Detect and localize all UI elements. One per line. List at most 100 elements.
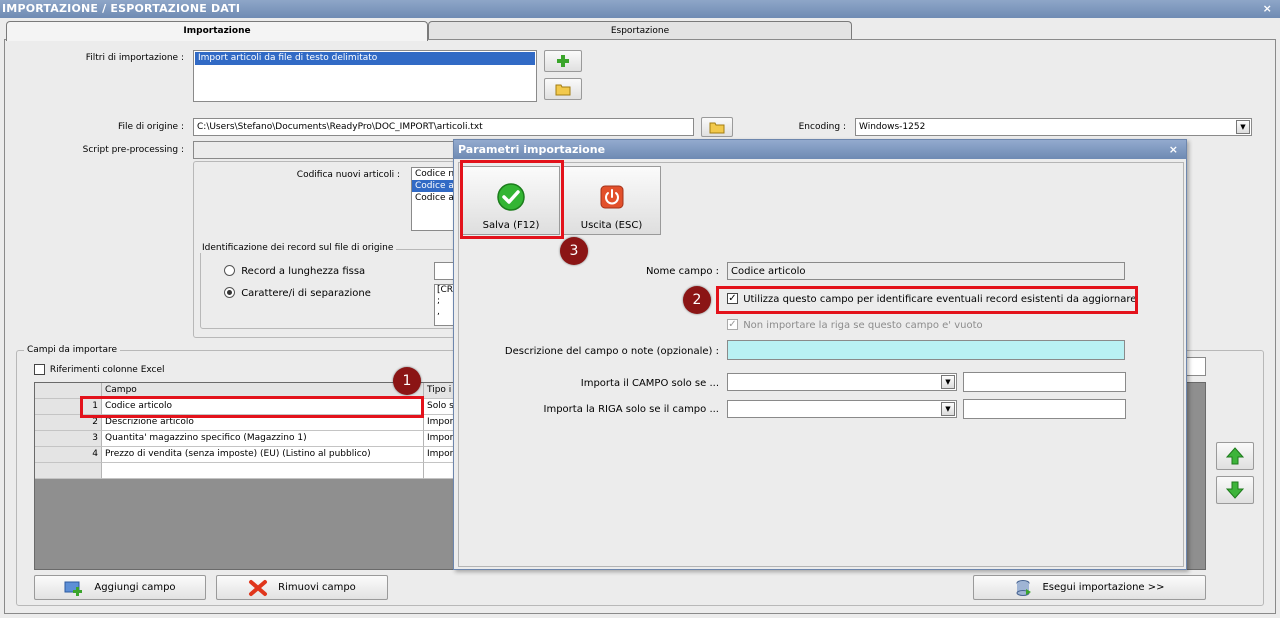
chevron-down-icon[interactable]: ▼ [941, 375, 955, 389]
radio-button[interactable] [224, 287, 235, 298]
dialog-title: Parametri importazione [458, 143, 606, 156]
annotation-badge-3: 3 [560, 237, 588, 265]
add-field-icon [64, 581, 83, 596]
checkbox-label: Riferimenti colonne Excel [49, 365, 165, 375]
list-item[interactable]: [CR [437, 285, 454, 296]
row-tipo[interactable]: Impor [424, 431, 455, 447]
tab-esportazione[interactable]: Esportazione [428, 21, 852, 40]
chevron-down-icon[interactable]: ▼ [941, 402, 955, 416]
encoding-label: Encoding : [798, 122, 846, 132]
fixed-length-input[interactable] [434, 262, 455, 280]
folder-icon [709, 122, 725, 134]
file-label: File di origine : [117, 122, 184, 132]
tab-importazione[interactable]: Importazione [6, 21, 428, 41]
filters-list-item[interactable]: Import articoli da file di testo delimit… [195, 52, 535, 65]
skip-empty-checkbox[interactable]: ✓ Non importare la riga se questo campo … [727, 319, 983, 331]
plus-icon [557, 55, 569, 67]
list-item[interactable]: , [437, 307, 454, 318]
annotation-badge-2: 2 [683, 286, 711, 314]
cond-riga-select[interactable]: ▼ [727, 400, 957, 418]
encoding-select[interactable]: Windows-1252 ▼ [855, 118, 1252, 136]
window-title: IMPORTAZIONE / ESPORTAZIONE DATI [2, 2, 241, 15]
row-index: 4 [35, 447, 102, 463]
desc-label: Descrizione del campo o note (opzionale)… [504, 346, 719, 357]
close-icon[interactable]: × [1263, 0, 1272, 18]
close-icon[interactable]: × [1169, 140, 1178, 159]
arrow-down-icon [1225, 481, 1245, 499]
excel-checkbox[interactable]: Riferimenti colonne Excel [34, 364, 165, 375]
button-label: Esegui importazione >> [1042, 582, 1165, 593]
power-icon [600, 185, 623, 209]
cond-riga-value[interactable] [963, 399, 1126, 419]
radio-label: Record a lunghezza fissa [241, 265, 366, 277]
folder-icon [555, 84, 571, 96]
desc-field[interactable] [727, 340, 1125, 360]
radio-label: Carattere/i di separazione [241, 287, 371, 299]
script-input[interactable] [193, 141, 455, 159]
tab-label: Importazione [183, 26, 251, 36]
table-row-empty[interactable] [35, 463, 455, 479]
file-input[interactable]: C:\Users\Stefano\Documents\ReadyPro\DOC_… [193, 118, 694, 136]
run-import-button[interactable]: Esegui importazione >> [973, 575, 1206, 600]
exit-button[interactable]: Uscita (ESC) [562, 166, 661, 235]
move-down-button[interactable] [1216, 476, 1254, 504]
table-row[interactable]: 3 Quantita' magazzino specifico (Magazzi… [35, 431, 455, 447]
highlight-box-row [80, 396, 424, 418]
nome-label: Nome campo : [645, 266, 719, 277]
button-label: Aggiungi campo [94, 582, 176, 593]
button-label: Uscita (ESC) [580, 220, 643, 231]
highlight-box-identify [716, 286, 1138, 314]
add-field-button[interactable]: Aggiungi campo [34, 575, 206, 600]
row-campo[interactable]: Prezzo di vendita (senza imposte) (EU) (… [102, 447, 424, 463]
remove-field-button[interactable]: Rimuovi campo [216, 575, 388, 600]
radio-fixed[interactable]: Record a lunghezza fissa [224, 265, 365, 277]
radio-separator[interactable]: Carattere/i di separazione [224, 287, 371, 299]
tab-label: Esportazione [610, 26, 670, 36]
row-campo[interactable] [102, 463, 424, 479]
window-title-bar: IMPORTAZIONE / ESPORTAZIONE DATI × [0, 0, 1280, 18]
table-row[interactable]: 4 Prezzo di vendita (senza imposte) (EU)… [35, 447, 455, 463]
checkbox[interactable]: ✓ [727, 319, 738, 330]
list-item[interactable]: Codice a [412, 180, 454, 192]
row-tipo[interactable]: Impor [424, 415, 455, 431]
list-item[interactable]: ; [437, 296, 454, 307]
move-up-button[interactable] [1216, 442, 1254, 470]
arrow-up-icon [1225, 447, 1245, 465]
filters-label: Filtri di importazione : [85, 53, 184, 63]
radio-button[interactable] [224, 265, 235, 276]
encoding-value: Windows-1252 [859, 122, 926, 132]
add-filter-button[interactable] [544, 50, 582, 72]
nome-field[interactable]: Codice articolo [727, 262, 1125, 280]
filters-list[interactable]: Import articoli da file di testo delimit… [193, 50, 537, 102]
grid-header-tipo[interactable]: Tipo i [424, 383, 455, 399]
row-index: 3 [35, 431, 102, 447]
codifica-label: Codifica nuovi articoli : [296, 170, 400, 180]
row-tipo[interactable]: Solo s [424, 399, 455, 415]
list-item[interactable]: Codice n [412, 168, 454, 180]
cond-riga-label: Importa la RIGA solo se il campo ... [543, 404, 719, 415]
separator-list[interactable]: [CR ; , [434, 284, 455, 326]
remove-icon [249, 579, 268, 596]
cond-campo-value[interactable] [963, 372, 1126, 392]
browse-file-button[interactable] [701, 117, 733, 137]
annotation-badge-1: 1 [393, 367, 421, 395]
list-item[interactable]: Codice a [412, 192, 454, 204]
row-tipo[interactable]: Impor [424, 447, 455, 463]
cond-campo-select[interactable]: ▼ [727, 373, 957, 391]
row-index [35, 463, 102, 479]
database-icon [1016, 579, 1032, 596]
checkbox-label: Non importare la riga se questo campo e'… [743, 319, 983, 331]
ident-legend: Identificazione dei record sul file di o… [199, 243, 397, 253]
highlight-box-save [460, 160, 564, 239]
open-filter-button[interactable] [544, 78, 582, 100]
cond-campo-label: Importa il CAMPO solo se ... [580, 378, 719, 389]
chevron-down-icon[interactable]: ▼ [1236, 120, 1250, 134]
button-label: Rimuovi campo [278, 582, 356, 593]
codifica-list[interactable]: Codice n Codice a Codice a [411, 167, 455, 231]
checkbox[interactable] [34, 364, 45, 375]
fields-legend: Campi da importare [24, 345, 120, 355]
right-input[interactable] [1186, 357, 1206, 376]
row-campo[interactable]: Quantita' magazzino specifico (Magazzino… [102, 431, 424, 447]
row-tipo[interactable] [424, 463, 455, 479]
script-label: Script pre-processing : [82, 145, 184, 155]
